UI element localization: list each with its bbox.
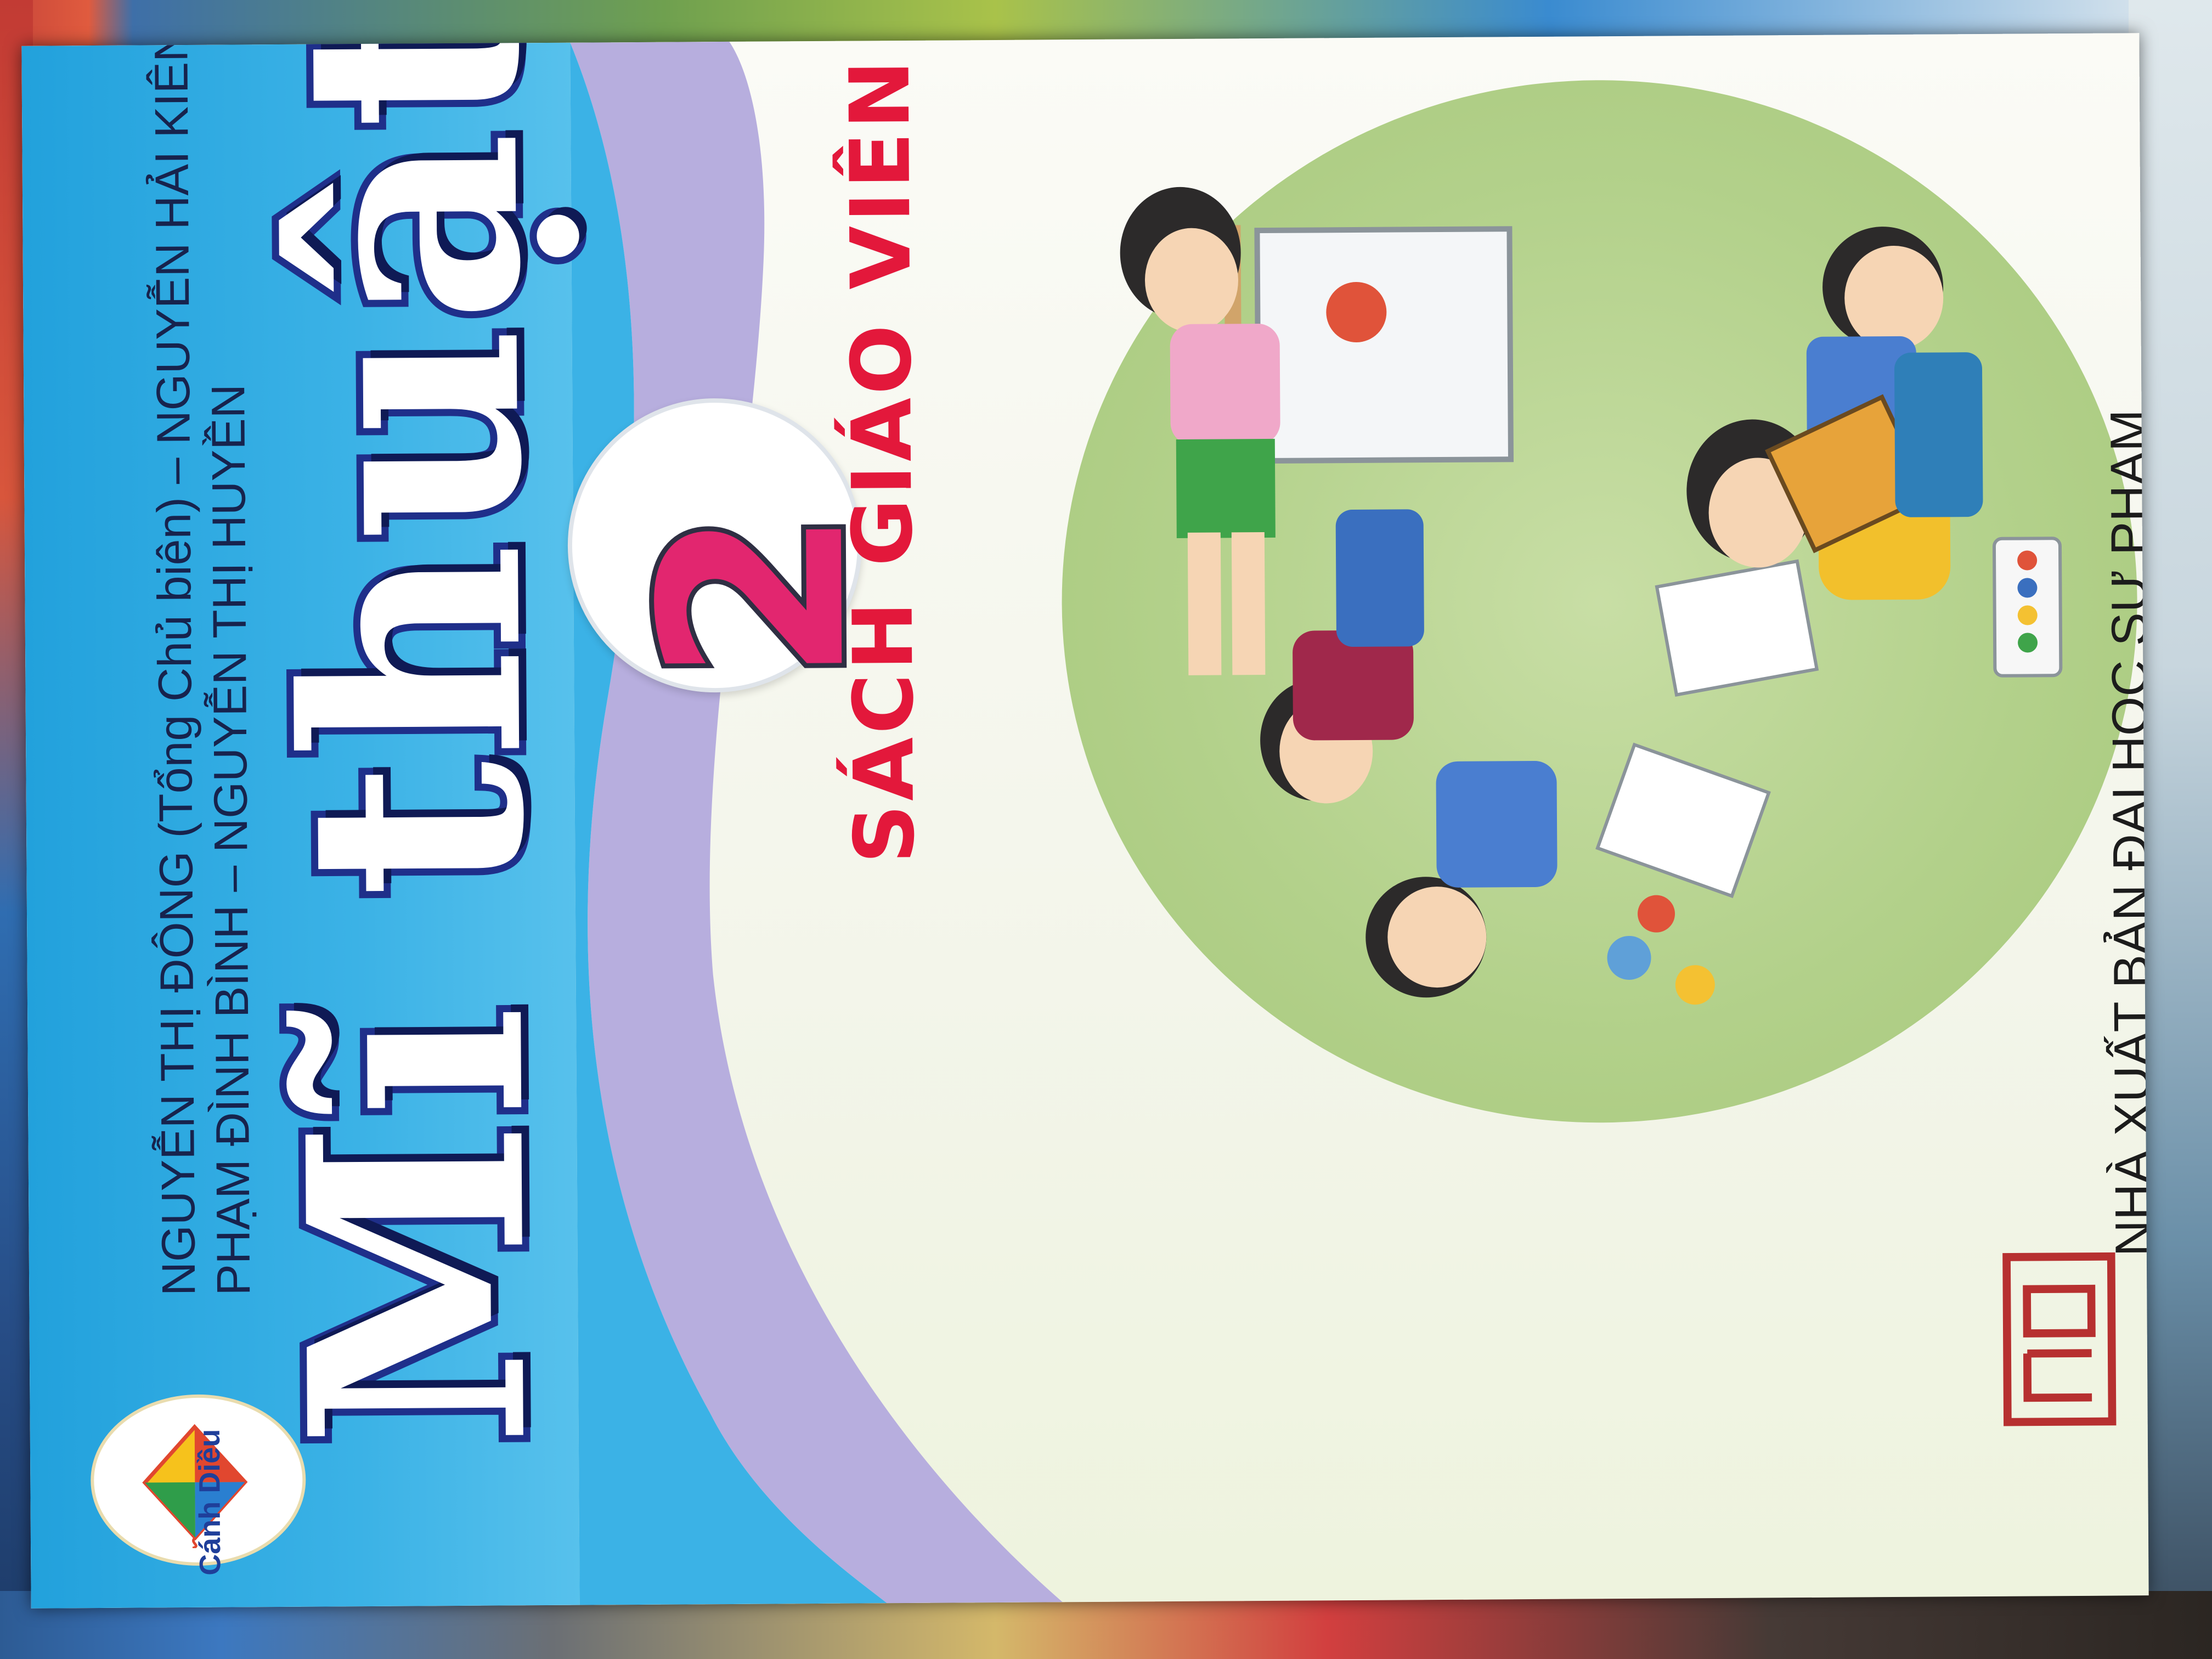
- author-line: NGUYỄN THỊ ĐÔNG (Tổng Chủ biên) – NGUYỄN…: [143, 33, 206, 1296]
- publisher-name: NHÀ XUẤT BẢN ĐẠI HỌC SƯ PHẠM: [2100, 409, 2149, 1257]
- series-logo-text: Cánh Diều: [193, 1429, 227, 1576]
- book-cover: Mĩ thuật 2 SÁCH GIÁO VIÊN NGUYỄN THỊ ĐÔN…: [21, 33, 2149, 1609]
- book-title: Mĩ thuật: [230, 33, 601, 1456]
- book-subtitle: SÁCH GIÁO VIÊN: [832, 57, 933, 864]
- author-line: PHẠM ĐÌNH BÌNH – NGUYỄN THỊ HUYỀN: [202, 383, 261, 1296]
- children-painting-illustration: [1120, 187, 2063, 1005]
- publisher-logo-icon: [2002, 1252, 2117, 1426]
